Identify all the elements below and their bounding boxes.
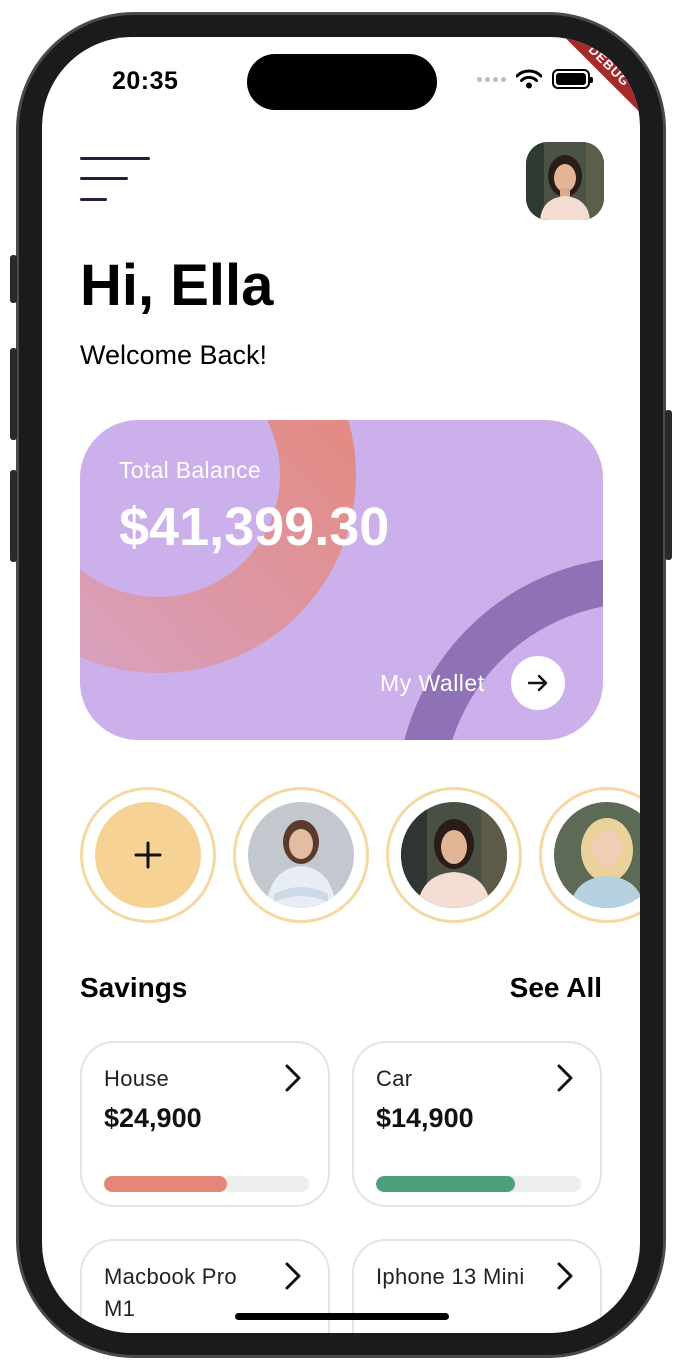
savings-item-name: Iphone 13 Mini <box>376 1264 525 1289</box>
savings-item-name: House <box>104 1066 170 1091</box>
home-indicator[interactable] <box>235 1313 449 1320</box>
see-all-link[interactable]: See All <box>510 972 602 1004</box>
progress-track <box>104 1176 309 1192</box>
contact-avatar[interactable] <box>539 787 640 923</box>
greeting-title: Hi, Ella <box>80 253 274 318</box>
contact-portrait <box>401 802 507 908</box>
volume-down-button <box>10 470 17 562</box>
signal-icon <box>477 76 506 82</box>
savings-item-name: Car <box>376 1066 413 1091</box>
contact-avatar[interactable] <box>386 787 522 923</box>
contact-photo <box>248 802 354 908</box>
app-screen: 20:35 DEBUG Hi, Ella Welcome Back! Total… <box>42 37 640 1333</box>
savings-card-car[interactable]: Car $14,900 <box>352 1041 602 1207</box>
progress-track <box>376 1176 581 1192</box>
contact-portrait <box>554 802 640 908</box>
progress-bar <box>376 1176 516 1192</box>
balance-label: Total Balance <box>119 457 261 483</box>
dynamic-island <box>247 54 437 110</box>
wifi-icon <box>516 69 542 89</box>
contact-photo <box>401 802 507 908</box>
wallet-label[interactable]: My Wallet <box>380 670 485 697</box>
savings-item-amount: $14,900 <box>376 1103 474 1133</box>
wallet-arrow-button[interactable] <box>511 656 565 710</box>
chevron-right-icon <box>557 1064 573 1092</box>
hamburger-menu-icon[interactable] <box>80 157 152 203</box>
contact-photo <box>554 802 640 908</box>
chevron-right-icon <box>557 1262 573 1290</box>
plus-icon <box>134 841 162 869</box>
savings-card-house[interactable]: House $24,900 <box>80 1041 330 1207</box>
user-avatar[interactable] <box>526 142 604 220</box>
add-contact-circle <box>95 802 201 908</box>
avatar-portrait <box>526 142 604 220</box>
mute-switch <box>10 255 17 303</box>
savings-item-amount: $24,900 <box>104 1103 202 1133</box>
savings-title: Savings <box>80 972 188 1003</box>
chevron-right-icon <box>285 1064 301 1092</box>
contacts-row <box>80 787 640 923</box>
battery-icon <box>552 69 593 89</box>
greeting-subtitle: Welcome Back! <box>80 340 268 370</box>
contact-avatar[interactable] <box>233 787 369 923</box>
chevron-right-icon <box>285 1262 301 1290</box>
add-contact-button[interactable] <box>80 787 216 923</box>
progress-bar <box>104 1176 227 1192</box>
status-icons <box>477 69 593 89</box>
arrow-right-icon <box>527 674 548 692</box>
balance-amount: $41,399.30 <box>119 497 390 557</box>
balance-card[interactable]: Total Balance $41,399.30 My Wallet <box>80 420 603 740</box>
contact-portrait <box>248 802 354 908</box>
volume-up-button <box>10 348 17 440</box>
status-time: 20:35 <box>112 67 179 95</box>
power-button <box>665 410 672 560</box>
